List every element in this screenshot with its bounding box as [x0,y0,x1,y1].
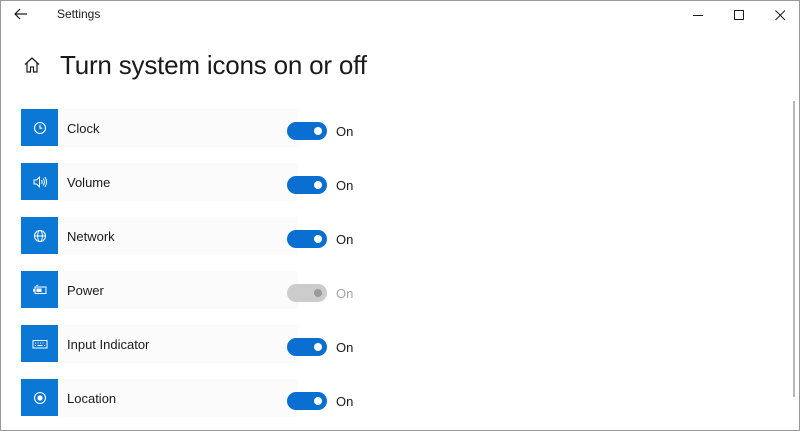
toggle-state-label: On [336,124,354,139]
item-label: Power [67,283,104,298]
toggle-state-label: On [336,340,354,355]
icon-tile [21,271,58,308]
toggle-knob [314,289,322,297]
home-button[interactable] [21,54,43,76]
icon-tile [21,217,58,254]
toggle-state-label: On [336,394,354,409]
title-bar: Settings [1,1,799,29]
volume-icon [33,175,47,188]
item-label: Network [67,229,115,244]
icon-tile [21,379,58,416]
close-button[interactable] [757,1,799,29]
globe-icon [33,229,46,242]
home-icon [24,57,40,73]
page-title: Turn system icons on or off [60,49,367,80]
page-header: Turn system icons on or off [21,47,367,83]
list-item-network: Network On [21,217,421,271]
toggle-knob [314,397,322,405]
list-item-input-indicator: Input Indicator On [21,325,421,379]
power-toggle[interactable] [287,284,327,302]
minimize-button[interactable] [675,1,721,29]
clock-icon [33,121,46,134]
scrollbar[interactable] [793,101,795,397]
app-title: Settings [57,7,101,21]
minimize-icon [692,14,703,16]
location-toggle[interactable] [287,392,327,410]
back-button[interactable] [9,3,33,25]
network-toggle[interactable] [287,230,327,248]
maximize-icon [733,9,744,20]
list-item-clock: Clock On [21,109,421,163]
input-indicator-toggle[interactable] [287,338,327,356]
clock-toggle[interactable] [287,122,327,140]
list-item-volume: Volume On [21,163,421,217]
battery-icon [32,283,46,294]
location-icon [33,391,46,404]
system-icons-list: Clock On Volume On Network On Power On I… [21,109,421,430]
toggle-knob [314,181,322,189]
item-label: Location [67,391,117,406]
list-item-power: Power On [21,271,421,325]
item-label: Clock [67,121,100,136]
toggle-knob [314,343,322,351]
maximize-button[interactable] [716,1,762,29]
list-item-location: Location On [21,379,421,430]
icon-tile [21,325,58,362]
toggle-knob [314,235,322,243]
icon-tile [21,163,58,200]
item-label: Volume [67,175,111,190]
volume-toggle[interactable] [287,176,327,194]
toggle-knob [314,127,322,135]
toggle-state-label: On [336,178,354,193]
toggle-state-label: On [336,232,354,247]
back-arrow-icon [14,8,27,20]
icon-tile [21,109,58,146]
toggle-state-label: On [336,286,354,301]
close-icon [774,9,785,20]
settings-window: Settings Turn system icons on or off Clo… [0,0,800,431]
item-label: Input Indicator [67,337,150,352]
keyboard-icon [32,339,47,348]
